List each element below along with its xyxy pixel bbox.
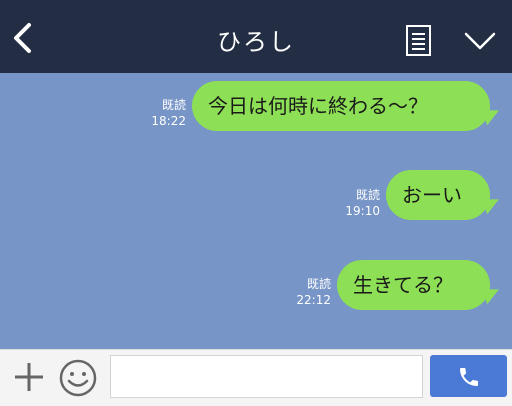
message-bubble[interactable]: おーい <box>386 170 490 220</box>
message-meta: 既読 19:10 <box>340 187 380 219</box>
composer-bar <box>0 349 512 406</box>
message-time: 19:10 <box>345 204 380 218</box>
memo-button[interactable] <box>405 24 432 57</box>
message-meta: 既読 22:12 <box>291 276 331 308</box>
message-time: 18:22 <box>151 114 186 128</box>
read-receipt: 既読 <box>355 188 380 202</box>
chat-screen: ひろし 既読 18:22 今日は何時に終わる～？ 既読 19:10 おーい 既読… <box>0 0 512 406</box>
read-receipt: 既読 <box>161 98 186 112</box>
smiley-icon <box>59 359 97 397</box>
menu-toggle-button[interactable] <box>463 30 497 52</box>
header-bar: ひろし <box>0 0 512 73</box>
emoji-button[interactable] <box>58 358 98 398</box>
chevron-down-icon <box>464 32 496 50</box>
attach-button[interactable] <box>12 360 46 394</box>
message-meta: 既読 18:22 <box>146 97 186 129</box>
message-time: 22:12 <box>296 293 331 307</box>
note-list-icon <box>406 25 431 56</box>
message-input[interactable] <box>110 355 423 398</box>
message-bubble[interactable]: 生きてる？ <box>337 260 490 310</box>
phone-icon <box>460 368 478 386</box>
message-bubble[interactable]: 今日は何時に終わる～？ <box>192 81 490 131</box>
read-receipt: 既読 <box>306 277 331 291</box>
chat-title: ひろし <box>217 28 295 56</box>
call-button[interactable] <box>430 355 507 397</box>
plus-icon <box>15 363 43 391</box>
message-list: 既読 18:22 今日は何時に終わる～？ 既読 19:10 おーい 既読 22:… <box>0 73 512 349</box>
